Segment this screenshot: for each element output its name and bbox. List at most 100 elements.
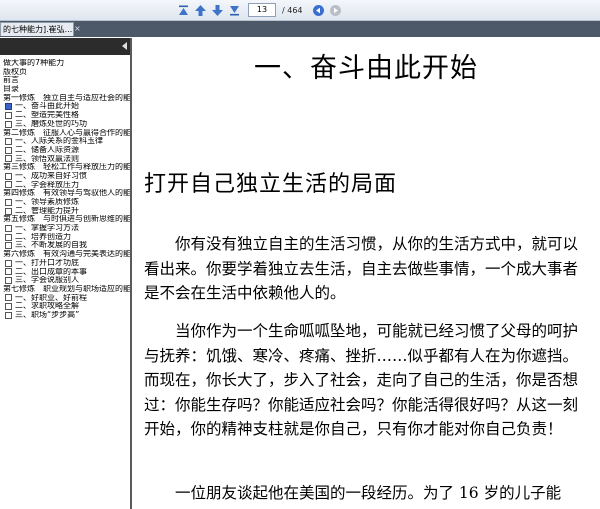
bookmarks-sidebar: 做大事的7种能力 版权页 前言 目录 第一修炼 独立自主与适应社会的能 一、奋斗由此开始二… <box>0 38 132 509</box>
bookmark-item[interactable]: 一、成功来自好习惯 <box>3 172 130 181</box>
bookmark-label: 第二修炼 征服人心与赢得合作的能 <box>3 128 130 137</box>
bookmark-page-icon <box>5 294 12 302</box>
bookmark-item[interactable]: 一、掌握学习方法 <box>3 224 130 233</box>
bookmark-label: 二、培养创造力 <box>15 232 71 241</box>
bookmark-page-icon <box>5 303 12 311</box>
bookmark-page-icon <box>5 277 12 285</box>
paragraph: 一位朋友谈起他在美国的一段经历。为了 16 岁的儿子能 <box>144 481 590 506</box>
bookmark-page-icon <box>5 233 12 241</box>
bookmark-label: 一、好职业、好前程 <box>15 293 87 302</box>
bookmark-page-icon <box>5 242 12 250</box>
bookmark-item[interactable]: 第四修炼 有效领导与驾驭他人的能 <box>3 189 130 198</box>
bookmark-label: 一、人际关系的金科玉律 <box>15 137 103 146</box>
paragraph: 你有没有独立自主的生活习惯，从你的生活方式中，就可以看出来。你要学着独立去生活，… <box>144 232 590 306</box>
bookmark-item[interactable]: 二、储备人际资源 <box>3 146 130 155</box>
bookmark-page-icon <box>5 146 12 154</box>
bookmark-label: 第五修炼 与时俱进与创新思维的能 <box>3 215 130 224</box>
bookmark-label: 三、磨炼处世的巧功 <box>15 119 87 128</box>
reader-toolbar: / 464 <box>0 0 600 21</box>
bookmark-item[interactable]: 二、学会释放压力 <box>3 181 130 190</box>
bookmark-item[interactable]: 三、磨炼处世的巧功 <box>3 120 130 129</box>
go-forward-icon[interactable] <box>329 3 343 17</box>
bookmark-item[interactable]: 三、学会说服别人 <box>3 276 130 285</box>
bookmark-item[interactable]: 二、管理能力提升 <box>3 207 130 216</box>
last-page-icon[interactable] <box>227 3 241 17</box>
bookmark-item[interactable]: 版权页 <box>3 68 130 77</box>
first-page-icon[interactable] <box>176 3 190 17</box>
bookmark-label: 前言 <box>3 76 19 85</box>
bookmark-label: 二、塑造完美性格 <box>15 111 79 120</box>
bookmark-page-icon <box>5 155 12 163</box>
bookmark-label: 三、学会说服别人 <box>15 276 79 285</box>
bookmark-page-icon <box>5 311 12 319</box>
bookmark-label: 一、奋斗由此开始 <box>15 102 79 111</box>
bookmark-label: 一、打开口才功底 <box>15 258 79 267</box>
next-page-icon[interactable] <box>210 3 224 17</box>
bookmark-label: 二、出口成章的本事 <box>15 267 87 276</box>
bookmark-label: 第六修炼 有效沟通与完美表达的能 <box>3 250 130 259</box>
chapter-title: 一、奋斗由此开始 <box>254 53 478 84</box>
bookmark-label: 版权页 <box>3 67 27 76</box>
bookmark-page-icon <box>5 120 12 128</box>
page-total: / 464 <box>282 5 303 15</box>
document-tab-strip: 的七种能力].崔弘.... × <box>0 21 600 37</box>
bookmark-label: 三、职场“步步高” <box>15 310 80 319</box>
bookmark-item[interactable]: 目录 <box>3 85 130 94</box>
bookmark-page-icon <box>5 111 12 119</box>
bookmark-page-icon <box>5 172 12 180</box>
bookmark-list: 做大事的7种能力 版权页 前言 目录 第一修炼 独立自主与适应社会的能 一、奋斗由此开始二… <box>0 55 130 320</box>
bookmark-label: 二、求职攻略全解 <box>15 302 79 311</box>
bookmark-item[interactable]: 第五修炼 与时俱进与创新思维的能 <box>3 215 130 224</box>
bookmark-label: 一、掌握学习方法 <box>15 224 79 233</box>
bookmark-page-icon <box>5 224 12 232</box>
bookmark-label: 三、领悟双赢法则 <box>15 154 79 163</box>
bookmark-label: 二、储备人际资源 <box>15 145 79 154</box>
bookmark-item[interactable]: 做大事的7种能力 <box>3 59 130 68</box>
collapse-sidebar-icon[interactable] <box>122 42 127 50</box>
bookmark-item[interactable]: 三、领悟双赢法则 <box>3 155 130 164</box>
bookmark-label: 第七修炼 职业规划与职场适应的能 <box>3 284 130 293</box>
bookmark-item[interactable]: 前言 <box>3 76 130 85</box>
bookmark-item[interactable]: 第二修炼 征服人心与赢得合作的能 <box>3 129 130 138</box>
document-page: 一、奋斗由此开始 打开自己独立生活的局面 你有没有独立自主的生活习惯，从你的生活… <box>132 38 600 509</box>
bookmark-item[interactable]: 第七修炼 职业规划与职场适应的能 <box>3 285 130 294</box>
section-title: 打开自己独立生活的局面 <box>144 172 398 197</box>
bookmark-item[interactable]: 二、出口成章的本事 <box>3 268 130 277</box>
go-back-icon[interactable] <box>312 3 326 17</box>
navigation-controls: / 464 <box>176 2 343 18</box>
bookmark-item[interactable]: 二、培养创造力 <box>3 233 130 242</box>
bookmark-item[interactable]: 三、不断发展的自我 <box>3 241 130 250</box>
bookmark-item[interactable]: 第一修炼 独立自主与适应社会的能 <box>3 94 130 103</box>
bookmark-label: 做大事的7种能力 <box>3 59 65 67</box>
tab-close-icon[interactable]: × <box>74 22 84 36</box>
previous-page-icon[interactable] <box>193 3 207 17</box>
sidebar-header <box>0 38 130 55</box>
bookmark-item[interactable]: 一、领导素质修炼 <box>3 198 130 207</box>
bookmark-item[interactable]: 三、职场“步步高” <box>3 311 130 320</box>
bookmark-label: 目录 <box>3 85 19 94</box>
bookmark-label: 第四修炼 有效领导与驾驭他人的能 <box>3 189 130 198</box>
paragraph-text: 你有没有独立自主的生活习惯，从你的生活方式中，就可以看出来。你要学着独立去生活，… <box>144 235 579 302</box>
bookmark-label: 一、成功来自好习惯 <box>15 171 87 180</box>
document-tab[interactable]: 的七种能力].崔弘.... <box>0 22 74 36</box>
bookmark-page-icon <box>5 259 12 267</box>
paragraph-text: 一位朋友谈起他在美国的一段经历。为了 16 岁的儿子能 <box>175 484 562 502</box>
paragraph-text: 当你作为一个生命呱呱坠地，可能就已经习惯了父母的呵护与抚养：饥饿、寒冷、疼痛、挫… <box>144 322 579 438</box>
bookmark-item[interactable]: 二、塑造完美性格 <box>3 111 130 120</box>
bookmark-label: 二、管理能力提升 <box>15 206 79 215</box>
bookmark-label: 一、领导素质修炼 <box>15 198 79 206</box>
bookmark-item[interactable]: 一、奋斗由此开始 <box>3 102 130 111</box>
page-number-input[interactable] <box>248 3 276 17</box>
bookmark-page-icon <box>5 198 12 206</box>
bookmark-item[interactable]: 一、打开口才功底 <box>3 259 130 268</box>
bookmark-page-icon <box>5 207 12 215</box>
bookmark-item[interactable]: 第三修炼 轻松工作与释放压力的能 <box>3 163 130 172</box>
bookmark-page-icon <box>5 103 12 111</box>
bookmark-label: 三、不断发展的自我 <box>15 241 87 250</box>
bookmark-item[interactable]: 二、求职攻略全解 <box>3 302 130 311</box>
bookmark-item[interactable]: 一、好职业、好前程 <box>3 294 130 303</box>
bookmark-item[interactable]: 第六修炼 有效沟通与完美表达的能 <box>3 250 130 259</box>
bookmark-item[interactable]: 一、人际关系的金科玉律 <box>3 137 130 146</box>
bookmark-label: 第三修炼 轻松工作与释放压力的能 <box>3 163 130 172</box>
bookmark-page-icon <box>5 181 12 189</box>
